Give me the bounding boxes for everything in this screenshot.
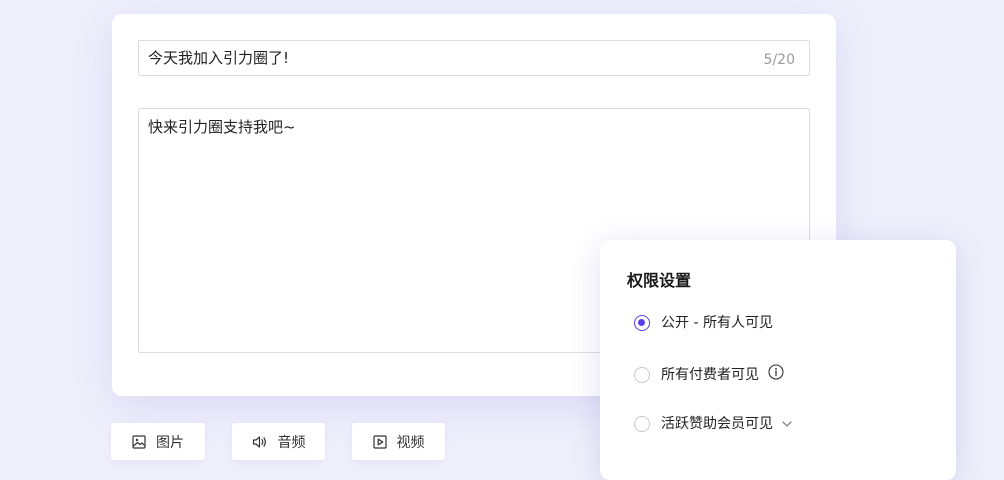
permission-option-active-sponsor[interactable]: 活跃赞助会员可见 bbox=[634, 413, 793, 435]
add-audio-button[interactable]: 音频 bbox=[232, 423, 325, 460]
add-image-label: 图片 bbox=[156, 434, 184, 451]
add-image-button[interactable]: 图片 bbox=[111, 423, 205, 460]
title-input-value: 今天我加入引力圈了! bbox=[148, 49, 290, 67]
add-video-button[interactable]: 视频 bbox=[352, 423, 445, 460]
permission-settings-panel: 权限设置 公开 - 所有人可见 所有付费者可见 活跃赞助会员可见 bbox=[600, 240, 956, 480]
speaker-icon bbox=[252, 435, 266, 448]
add-video-label: 视频 bbox=[396, 434, 425, 451]
chevron-down-icon[interactable] bbox=[781, 420, 793, 428]
title-char-counter: 5/20 bbox=[763, 52, 795, 68]
permission-option-public[interactable]: 公开 - 所有人可见 bbox=[634, 312, 773, 334]
info-icon[interactable] bbox=[768, 364, 784, 380]
radio-active-sponsor[interactable] bbox=[634, 416, 650, 432]
title-input[interactable]: 今天我加入引力圈了! 5/20 bbox=[138, 40, 810, 76]
play-icon bbox=[372, 434, 387, 449]
permission-option-public-label: 公开 - 所有人可见 bbox=[661, 315, 773, 331]
permission-settings-title: 权限设置 bbox=[627, 271, 692, 290]
permission-option-active-sponsor-label: 活跃赞助会员可见 bbox=[661, 416, 773, 432]
image-icon bbox=[132, 434, 146, 449]
add-audio-label: 音频 bbox=[277, 434, 306, 451]
radio-public[interactable] bbox=[634, 315, 650, 331]
permission-option-paid[interactable]: 所有付费者可见 bbox=[634, 364, 784, 386]
body-textarea-value: 快来引力圈支持我吧~ bbox=[148, 118, 296, 136]
permission-option-paid-label: 所有付费者可见 bbox=[661, 367, 759, 383]
radio-paid[interactable] bbox=[634, 367, 650, 383]
